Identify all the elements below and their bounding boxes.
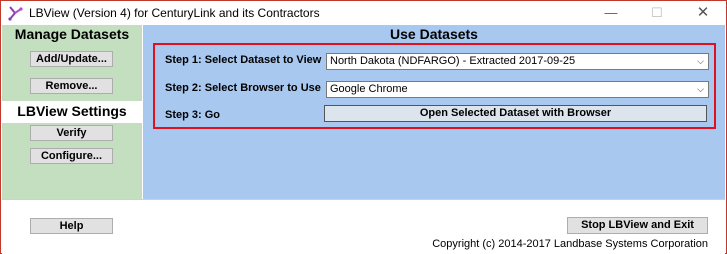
lbview-settings-title: LBView Settings: [17, 103, 127, 119]
chevron-down-icon[interactable]: ⌵: [697, 54, 704, 69]
manage-datasets-title: Manage Datasets: [14, 26, 130, 42]
maximize-button[interactable]: ☐: [634, 1, 680, 25]
verify-button[interactable]: Verify: [30, 125, 113, 141]
browser-select-value: Google Chrome: [330, 83, 408, 95]
window-title: LBView (Version 4) for CenturyLink and i…: [29, 6, 320, 20]
minimize-button[interactable]: —: [588, 1, 634, 25]
use-datasets-panel: Use Datasets Step 1: Select Dataset to V…: [143, 25, 725, 199]
add-update-button[interactable]: Add/Update...: [30, 51, 113, 67]
left-panel: Manage Datasets Add/Update... Remove... …: [2, 25, 142, 199]
remove-button[interactable]: Remove...: [30, 78, 113, 94]
app-window: LBView (Version 4) for CenturyLink and i…: [0, 0, 727, 254]
configure-button[interactable]: Configure...: [30, 148, 113, 164]
step2-label: Step 2: Select Browser to Use: [165, 82, 321, 94]
dataset-select-value: North Dakota (NDFARGO) - Extracted 2017-…: [330, 55, 576, 67]
app-logo-icon: [7, 5, 23, 21]
step1-label: Step 1: Select Dataset to View: [165, 54, 322, 66]
chevron-down-icon[interactable]: ⌵: [697, 82, 704, 97]
lbview-settings-section: LBView Settings Verify Configure...: [2, 101, 142, 199]
use-datasets-title: Use Datasets: [390, 26, 478, 42]
step3-label: Step 3: Go: [165, 109, 221, 121]
copyright-text: Copyright (c) 2014-2017 Landbase Systems…: [432, 238, 708, 250]
open-dataset-button[interactable]: Open Selected Dataset with Browser: [324, 105, 707, 122]
help-button[interactable]: Help: [30, 218, 113, 234]
bottom-bar: Help Stop LBView and Exit Copyright (c) …: [2, 199, 725, 254]
manage-datasets-section: Manage Datasets Add/Update... Remove...: [2, 25, 142, 101]
dataset-select[interactable]: North Dakota (NDFARGO) - Extracted 2017-…: [326, 53, 709, 70]
browser-select[interactable]: Google Chrome ⌵: [326, 81, 709, 98]
title-bar[interactable]: LBView (Version 4) for CenturyLink and i…: [1, 1, 726, 25]
stop-and-exit-button[interactable]: Stop LBView and Exit: [567, 217, 708, 234]
close-button[interactable]: ✕: [680, 1, 726, 25]
